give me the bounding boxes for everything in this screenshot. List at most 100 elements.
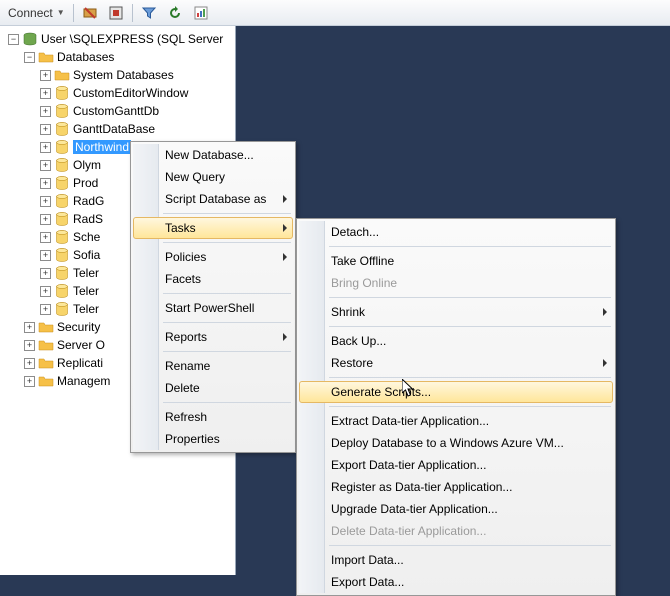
separator [163,402,291,403]
folder-icon [38,49,54,65]
chevron-right-icon [283,333,287,341]
separator [329,545,611,546]
expand-toggle[interactable] [40,286,51,297]
chevron-right-icon [603,308,607,316]
database-icon [54,283,70,299]
filter-icon[interactable] [137,3,161,23]
connect-label: Connect [8,6,53,20]
database-icon [54,103,70,119]
expand-toggle[interactable] [40,250,51,261]
menu-backup[interactable]: Back Up... [299,330,613,352]
menu-shrink[interactable]: Shrink [299,301,613,323]
db-label: CustomEditorWindow [73,86,188,100]
expand-toggle[interactable] [40,232,51,243]
separator [329,326,611,327]
expand-toggle[interactable] [8,34,19,45]
db-label: Teler [73,284,99,298]
separator [163,293,291,294]
menu-policies[interactable]: Policies [133,246,293,268]
expand-toggle[interactable] [40,268,51,279]
database-icon [54,265,70,281]
server-icon [22,31,38,47]
chevron-down-icon: ▼ [57,8,65,17]
separator [163,242,291,243]
db-label: GanttDataBase [73,122,155,136]
separator [329,377,611,378]
database-icon [54,175,70,191]
system-databases-folder[interactable]: System Databases [4,66,235,84]
menu-import-data[interactable]: Import Data... [299,549,613,571]
db-node[interactable]: GanttDataBase [4,120,235,138]
refresh-icon[interactable] [163,3,187,23]
menu-properties[interactable]: Properties [133,428,293,450]
disconnect-icon[interactable] [78,3,102,23]
menu-take-offline[interactable]: Take Offline [299,250,613,272]
database-icon [54,229,70,245]
separator [163,322,291,323]
db-label: Olym [73,158,101,172]
report-icon[interactable] [189,3,213,23]
expand-toggle[interactable] [40,124,51,135]
db-label: CustomGanttDb [73,104,159,118]
context-menu: New Database... New Query Script Databas… [130,141,296,453]
folder-icon [38,355,54,371]
separator [163,213,291,214]
menu-tasks[interactable]: Tasks [133,217,293,239]
menu-refresh[interactable]: Refresh [133,406,293,428]
menu-export-dta[interactable]: Export Data-tier Application... [299,454,613,476]
menu-detach[interactable]: Detach... [299,221,613,243]
menu-export-data[interactable]: Export Data... [299,571,613,593]
server-node[interactable]: User \SQLEXPRESS (SQL Server [4,30,235,48]
expand-toggle[interactable] [40,304,51,315]
expand-toggle[interactable] [40,70,51,81]
folder-label: System Databases [73,68,174,82]
menu-powershell[interactable]: Start PowerShell [133,297,293,319]
database-icon [54,211,70,227]
chevron-right-icon [603,359,607,367]
menu-extract-dta[interactable]: Extract Data-tier Application... [299,410,613,432]
menu-delete[interactable]: Delete [133,377,293,399]
expand-toggle[interactable] [40,142,51,153]
db-label: Teler [73,302,99,316]
menu-upgrade-dta[interactable]: Upgrade Data-tier Application... [299,498,613,520]
menu-delete-dta: Delete Data-tier Application... [299,520,613,542]
tasks-submenu: Detach... Take Offline Bring Online Shri… [296,218,616,596]
expand-toggle[interactable] [24,358,35,369]
menu-generate-scripts[interactable]: Generate Scripts... [299,381,613,403]
server-label: User \SQLEXPRESS (SQL Server [41,32,223,46]
toolbar: Connect ▼ [0,0,670,26]
databases-folder[interactable]: Databases [4,48,235,66]
expand-toggle[interactable] [40,88,51,99]
menu-reports[interactable]: Reports [133,326,293,348]
database-icon [54,139,70,155]
db-node[interactable]: CustomEditorWindow [4,84,235,102]
expand-toggle[interactable] [24,322,35,333]
stop-icon[interactable] [104,3,128,23]
separator [73,4,74,22]
menu-rename[interactable]: Rename [133,355,293,377]
expand-toggle[interactable] [24,376,35,387]
menu-facets[interactable]: Facets [133,268,293,290]
menu-new-database[interactable]: New Database... [133,144,293,166]
menu-script-database[interactable]: Script Database as [133,188,293,210]
connect-button[interactable]: Connect ▼ [4,4,69,22]
folder-icon [38,319,54,335]
expand-toggle[interactable] [40,214,51,225]
menu-bring-online: Bring Online [299,272,613,294]
expand-toggle[interactable] [40,196,51,207]
expand-toggle[interactable] [24,340,35,351]
db-node[interactable]: CustomGanttDb [4,102,235,120]
expand-toggle[interactable] [40,106,51,117]
menu-restore[interactable]: Restore [299,352,613,374]
expand-toggle[interactable] [40,178,51,189]
separator [329,297,611,298]
menu-new-query[interactable]: New Query [133,166,293,188]
database-icon [54,85,70,101]
menu-register-dta[interactable]: Register as Data-tier Application... [299,476,613,498]
expand-toggle[interactable] [40,160,51,171]
chevron-right-icon [283,224,287,232]
menu-deploy-azure[interactable]: Deploy Database to a Windows Azure VM... [299,432,613,454]
expand-toggle[interactable] [24,52,35,63]
database-icon [54,247,70,263]
database-icon [54,193,70,209]
